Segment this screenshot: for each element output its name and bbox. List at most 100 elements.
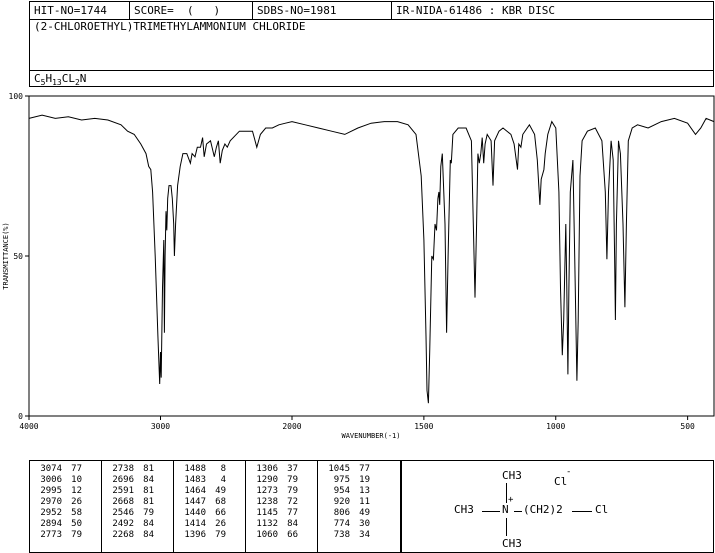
bottom-methyl: CH3 xyxy=(502,537,522,550)
peak-wavenumber: 1290 xyxy=(256,475,278,485)
peak-row: 1483 4 xyxy=(178,475,226,486)
peak-transmittance: 58 xyxy=(71,508,82,518)
peak-table: 3074 77 3006 10 2995 12 2970 26 2952 58 2894 50 2773… xyxy=(29,460,401,553)
peak-wavenumber: 3074 xyxy=(40,464,62,474)
peak-row: 2268 84 xyxy=(106,530,154,541)
x-tick-label: 4000 xyxy=(19,422,38,431)
peak-transmittance: 72 xyxy=(287,497,298,507)
x-tick-label: 2000 xyxy=(282,422,301,431)
peak-wavenumber: 1440 xyxy=(184,508,206,518)
minus-charge: - xyxy=(566,467,572,477)
peak-transmittance: 10 xyxy=(71,475,82,485)
peak-column-divider xyxy=(317,461,318,552)
y-tick-label: 50 xyxy=(13,252,23,261)
peak-column-divider xyxy=(245,461,246,552)
peak-wavenumber: 1238 xyxy=(256,497,278,507)
peak-row: 1396 79 xyxy=(178,530,226,541)
peak-transmittance: 79 xyxy=(287,486,298,496)
y-tick-label: 100 xyxy=(9,92,24,101)
header-box: HIT-NO=1744 SCORE= ( ) SDBS-NO=1981 IR-N… xyxy=(29,1,714,87)
peak-row: 2591 81 xyxy=(106,486,154,497)
peak-transmittance: 81 xyxy=(143,486,154,496)
x-tick-label: 1500 xyxy=(414,422,433,431)
peak-row: 774 30 xyxy=(322,519,370,530)
peak-row: 954 13 xyxy=(322,486,370,497)
peak-wavenumber: 1306 xyxy=(256,464,278,474)
structure-box: CH3 Cl - CH3 N + (CH2)2 Cl CH3 xyxy=(401,460,714,553)
peak-wavenumber: 2738 xyxy=(112,464,134,474)
peak-wavenumber: 3006 xyxy=(40,475,62,485)
peak-row: 2773 79 xyxy=(34,530,82,541)
peak-row: 3006 10 xyxy=(34,475,82,486)
peak-transmittance: 11 xyxy=(359,497,370,507)
peak-row: 1132 84 xyxy=(250,519,298,530)
peak-transmittance: 66 xyxy=(215,508,226,518)
ir-identifier: IR-NIDA-61486 : KBR DISC xyxy=(396,4,555,17)
x-axis-label: WAVENUMBER(-1) xyxy=(341,432,400,440)
peak-wavenumber: 2668 xyxy=(112,497,134,507)
peak-row: 2668 81 xyxy=(106,497,154,508)
peak-transmittance: 79 xyxy=(143,508,154,518)
peak-column: 1306 37 1290 79 1273 79 1238 72 1145 77 1132 84 1060… xyxy=(250,464,298,541)
peak-row: 975 19 xyxy=(322,475,370,486)
peak-wavenumber: 920 xyxy=(333,497,350,507)
peak-row: 2492 84 xyxy=(106,519,154,530)
peak-row: 1488 8 xyxy=(178,464,226,475)
peak-wavenumber: 1273 xyxy=(256,486,278,496)
peak-row: 1238 72 xyxy=(250,497,298,508)
peak-transmittance: 77 xyxy=(359,464,370,474)
peak-wavenumber: 1488 xyxy=(184,464,206,474)
peak-wavenumber: 2773 xyxy=(40,530,62,540)
hit-number: HIT-NO=1744 xyxy=(34,4,107,17)
x-tick-label: 500 xyxy=(680,422,695,431)
peak-transmittance: 81 xyxy=(143,464,154,474)
peak-row: 1414 26 xyxy=(178,519,226,530)
peak-transmittance: 84 xyxy=(287,519,298,529)
peak-transmittance: 84 xyxy=(143,530,154,540)
bond-right xyxy=(514,511,522,512)
peak-wavenumber: 2268 xyxy=(112,530,134,540)
peak-transmittance: 84 xyxy=(143,475,154,485)
peak-transmittance: 30 xyxy=(359,519,370,529)
peak-transmittance: 79 xyxy=(71,530,82,540)
peak-row: 1060 66 xyxy=(250,530,298,541)
peak-wavenumber: 954 xyxy=(333,486,350,496)
peak-transmittance: 77 xyxy=(287,508,298,518)
sdbs-number: SDBS-NO=1981 xyxy=(257,4,337,17)
peak-row: 1290 79 xyxy=(250,475,298,486)
peak-transmittance: 81 xyxy=(143,497,154,507)
peak-row: 1045 77 xyxy=(322,464,370,475)
peak-wavenumber: 1483 xyxy=(184,475,206,485)
peak-transmittance: 79 xyxy=(287,475,298,485)
peak-transmittance: 84 xyxy=(143,519,154,529)
peak-column: 1488 8 1483 4 1464 49 1447 68 1440 66 1414 26 1396 79 xyxy=(178,464,226,541)
peak-transmittance: 4 xyxy=(220,475,226,485)
plus-charge: + xyxy=(508,495,514,505)
peak-transmittance: 79 xyxy=(215,530,226,540)
compound-name: (2-CHLOROETHYL)TRIMETHYLAMMONIUM CHLORID… xyxy=(34,20,306,33)
peak-transmittance: 19 xyxy=(359,475,370,485)
y-tick-label: 0 xyxy=(18,412,23,421)
peak-transmittance: 26 xyxy=(71,497,82,507)
peak-wavenumber: 2894 xyxy=(40,519,62,529)
x-tick-label: 3000 xyxy=(151,422,170,431)
chain-chlorine: Cl xyxy=(595,503,609,516)
peak-wavenumber: 1060 xyxy=(256,530,278,540)
peak-wavenumber: 738 xyxy=(333,530,350,540)
peak-wavenumber: 1132 xyxy=(256,519,278,529)
top-methyl: CH3 xyxy=(502,469,522,482)
formula-rule xyxy=(30,70,713,71)
peak-wavenumber: 1464 xyxy=(184,486,206,496)
peak-row: 2546 79 xyxy=(106,508,154,519)
y-axis-label: TRANSMITTANCE(%) xyxy=(2,222,10,289)
ethyl-chain: (CH2)2 xyxy=(523,503,563,516)
peak-row: 1447 68 xyxy=(178,497,226,508)
peak-wavenumber: 1045 xyxy=(328,464,350,474)
peak-wavenumber: 1396 xyxy=(184,530,206,540)
spectrum-line xyxy=(28,114,715,404)
peak-row: 2970 26 xyxy=(34,497,82,508)
bond-bottom xyxy=(506,518,507,536)
peak-transmittance: 13 xyxy=(359,486,370,496)
peak-column: 1045 77 975 19 954 13 920 11 806 49 774 30 738 34 xyxy=(322,464,370,541)
peak-row: 1440 66 xyxy=(178,508,226,519)
